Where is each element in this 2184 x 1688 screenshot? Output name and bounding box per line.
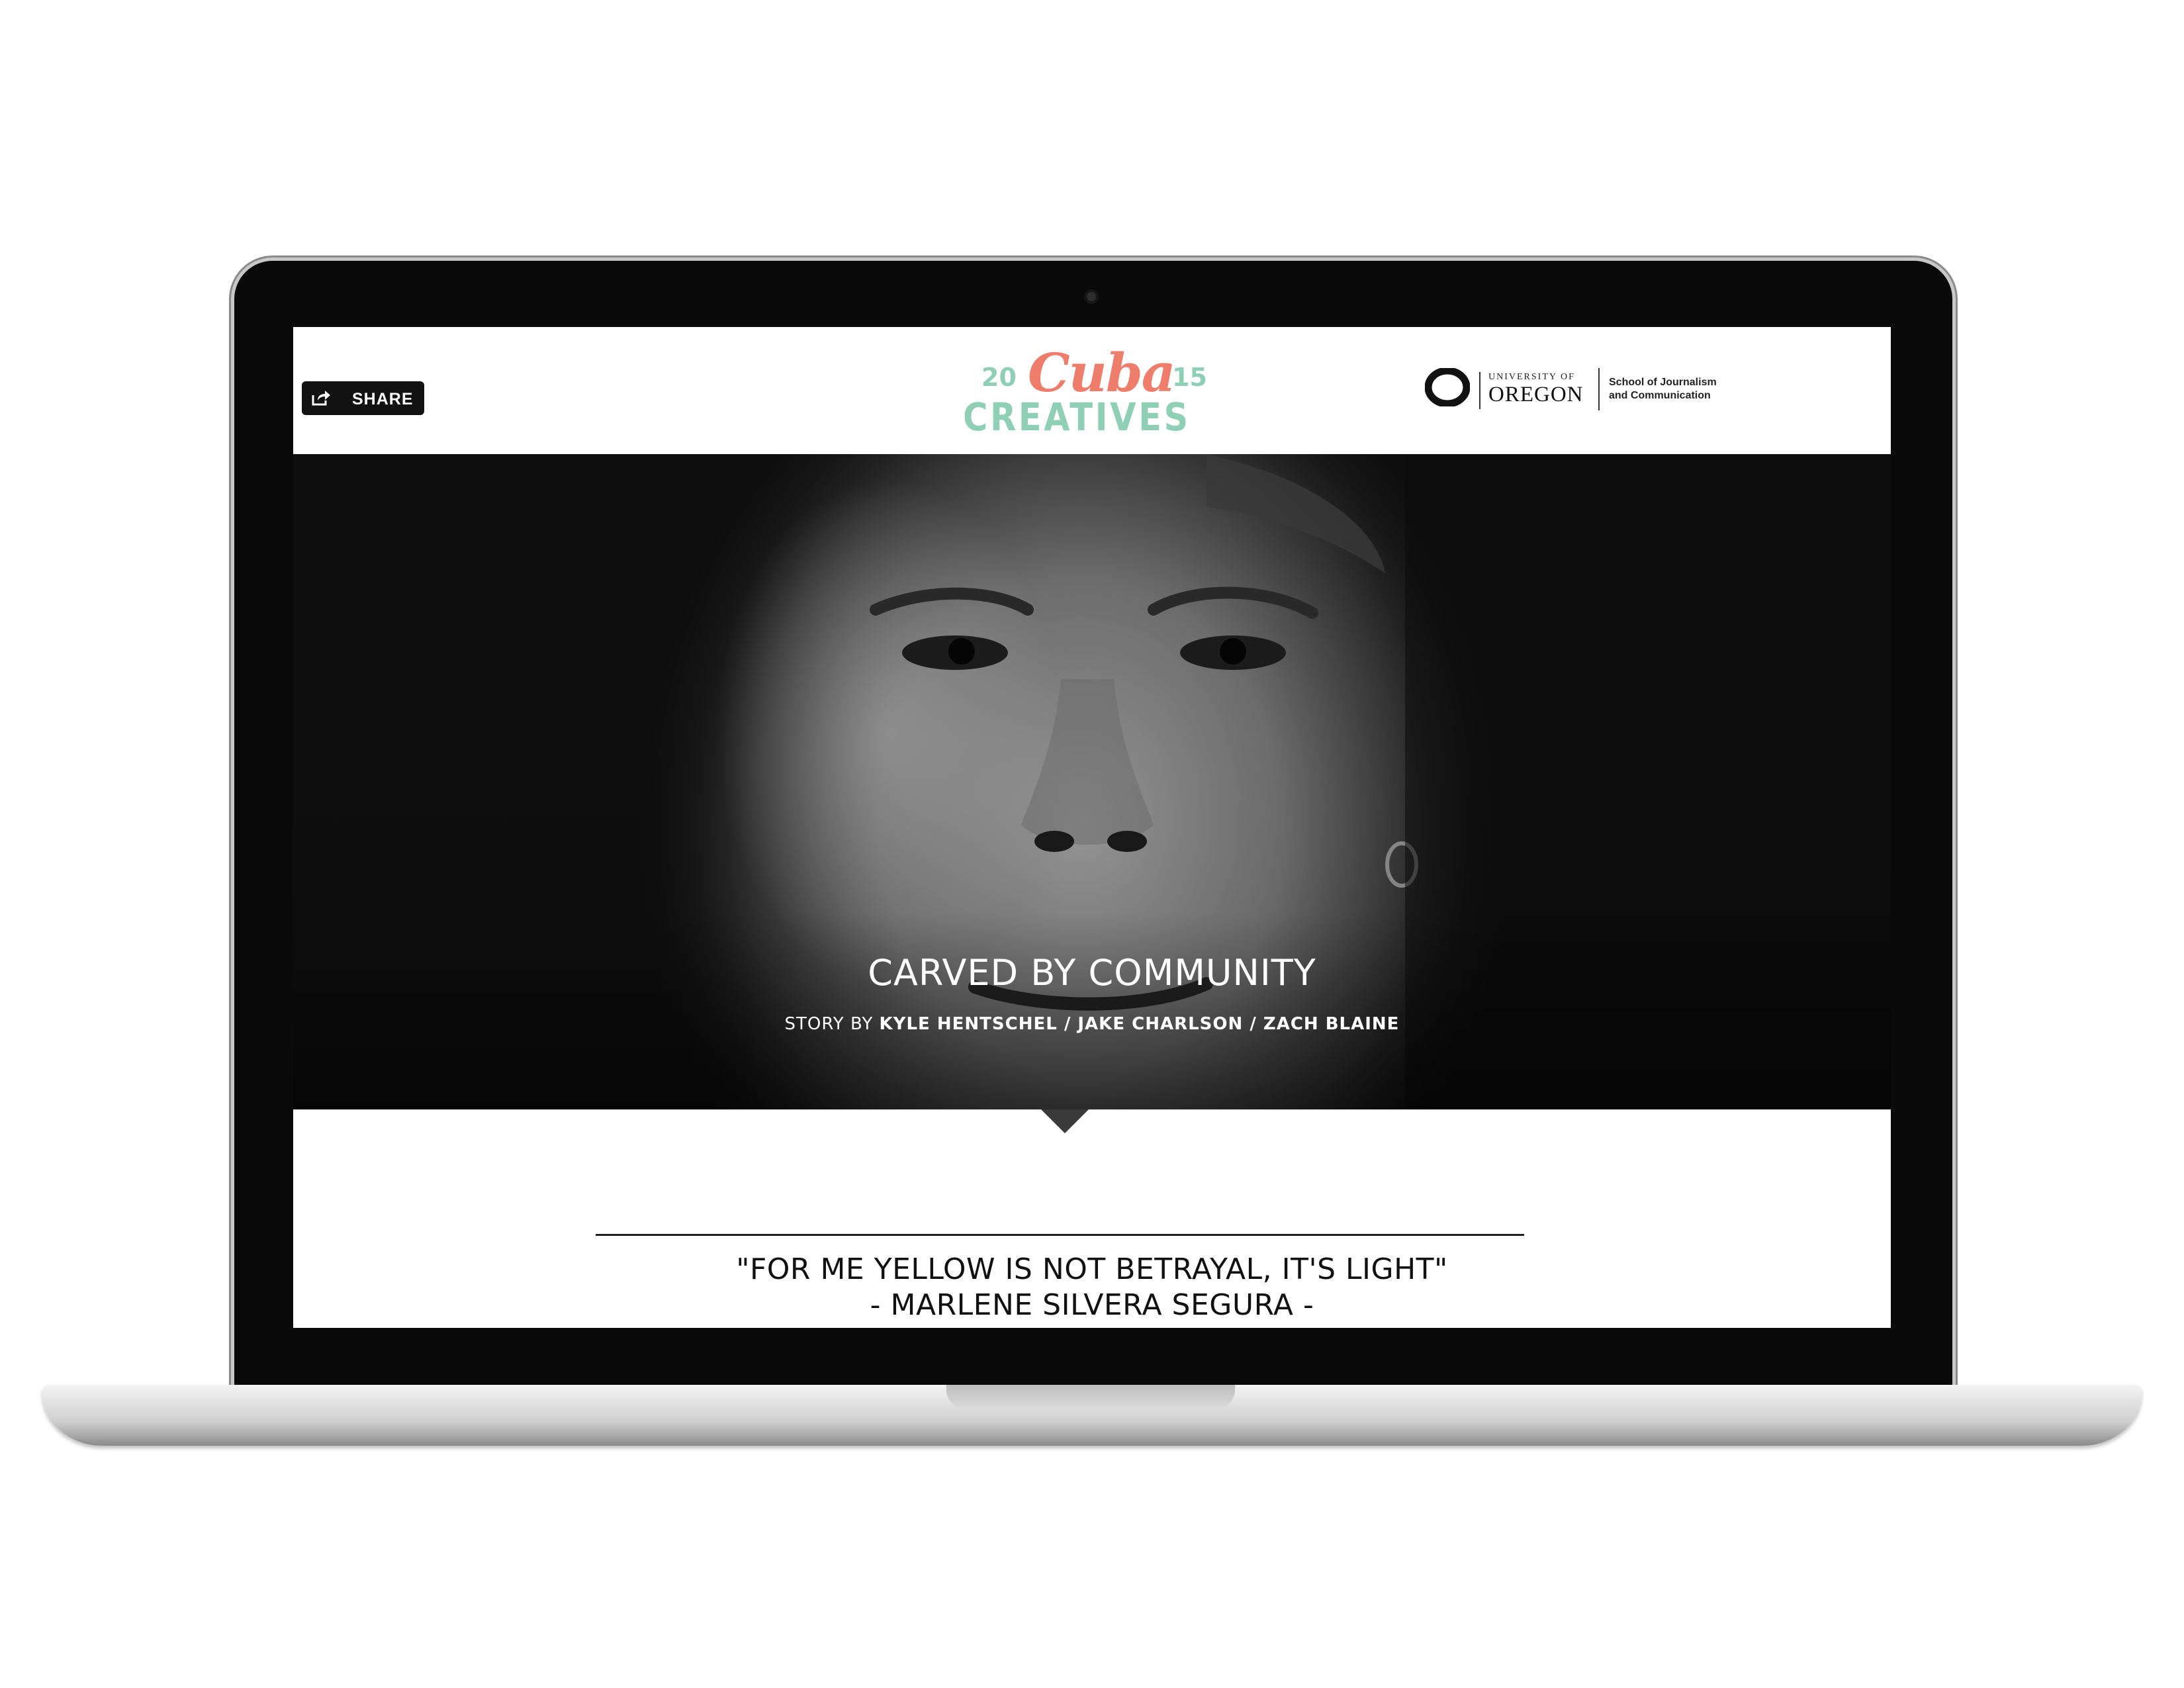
site-header: SHARE 20 Cuba 15 CREATIVES UNIVERSITY OF…: [293, 327, 1891, 454]
university-line1: UNIVERSITY OF: [1488, 372, 1575, 382]
university-line2: OREGON: [1488, 383, 1584, 406]
section-divider: [596, 1234, 1524, 1236]
hero-pointer-arrow: [1041, 1109, 1089, 1133]
school-line1: School of Journalism: [1609, 377, 1717, 388]
university-logo[interactable]: UNIVERSITY OF OREGON School of Journalis…: [1425, 367, 1729, 420]
oregon-o-icon: [1425, 368, 1470, 406]
logo-year-left: 20: [981, 363, 1017, 392]
hero-portrait-photo: [293, 454, 1891, 1109]
logo-year-right: 15: [1172, 363, 1207, 392]
logo-divider: [1479, 372, 1480, 409]
logo-subtitle: CREATIVES: [963, 395, 1191, 440]
quote-attribution: - MARLENE SILVERA SEGURA -: [870, 1288, 1314, 1322]
logo-divider: [1598, 368, 1600, 410]
story-byline: STORY BY KYLE HENTSCHEL / JAKE CHARLSON …: [293, 1014, 1891, 1034]
share-icon: [312, 391, 330, 406]
share-button[interactable]: SHARE: [302, 381, 424, 415]
school-line2: and Communication: [1609, 390, 1711, 401]
share-label: SHARE: [352, 390, 414, 408]
pull-quote: "FOR ME YELLOW IS NOT BETRAYAL, IT'S LIG…: [736, 1252, 1448, 1286]
byline-authors: KYLE HENTSCHEL / JAKE CHARLSON / ZACH BL…: [879, 1014, 1400, 1034]
browser-screen: SHARE 20 Cuba 15 CREATIVES UNIVERSITY OF…: [293, 327, 1891, 1328]
story-title: CARVED BY COMMUNITY: [868, 952, 1316, 994]
byline-prefix: STORY BY: [784, 1014, 874, 1034]
laptop-base-notch: [946, 1385, 1235, 1409]
hero-section: CARVED BY COMMUNITY STORY BY KYLE HENTSC…: [293, 454, 1891, 1109]
school-name: School of Journalism and Communication: [1609, 376, 1741, 402]
webcam: [1084, 289, 1099, 304]
cuba-creatives-logo[interactable]: 20 Cuba 15 CREATIVES: [955, 336, 1226, 449]
